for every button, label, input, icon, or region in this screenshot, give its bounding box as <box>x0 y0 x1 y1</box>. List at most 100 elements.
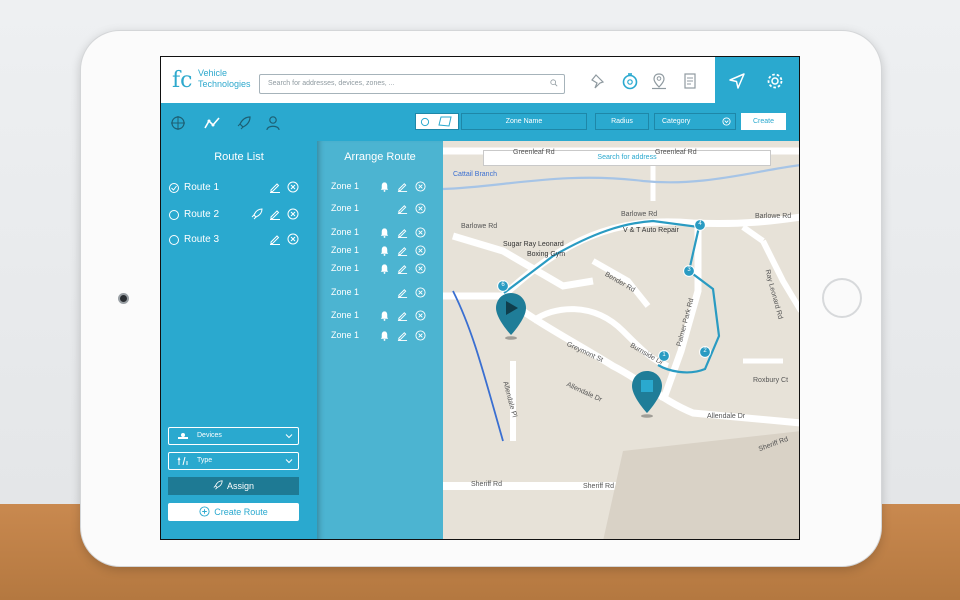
zone-item[interactable]: Zone 1 <box>331 227 439 241</box>
edit-icon[interactable] <box>397 263 408 274</box>
app-screen: fc Vehicle Technologies Search for addre… <box>160 56 800 540</box>
edit-icon[interactable] <box>397 310 408 321</box>
edit-icon[interactable] <box>269 208 281 220</box>
route-list-title: Route List <box>214 151 264 163</box>
delete-icon[interactable] <box>415 181 426 192</box>
top-bar: fc Vehicle Technologies Search for addre… <box>161 57 799 103</box>
send-icon[interactable] <box>727 71 747 91</box>
plus-circle-icon <box>199 506 210 517</box>
driver-icon[interactable] <box>265 115 281 131</box>
map-label: Sheriff Rd <box>471 481 502 488</box>
delete-icon[interactable] <box>415 310 426 321</box>
create-route-label: Create Route <box>214 507 268 517</box>
chevron-down-icon <box>722 117 731 126</box>
pin-icon[interactable] <box>589 71 609 91</box>
end-marker-icon[interactable] <box>629 369 665 419</box>
edit-icon[interactable] <box>397 287 408 298</box>
delete-icon[interactable] <box>415 203 426 214</box>
device-icon <box>178 433 188 439</box>
category-select[interactable]: Category <box>654 113 736 130</box>
create-zone-button[interactable]: Create <box>741 113 786 130</box>
zone-name-input[interactable]: Zone Name <box>461 113 587 130</box>
zone-item[interactable]: Zone 1 <box>331 181 439 195</box>
zone-item[interactable]: Zone 1 <box>331 330 439 344</box>
waypoint-label: 6 <box>501 282 505 288</box>
arrange-route-panel: Arrange Route Zone 1 Zone 1 Zone 1 Zone 1 Zo… <box>317 141 443 539</box>
route-item-3[interactable]: Route 3 <box>169 233 309 249</box>
route-radio-icon[interactable] <box>169 235 179 245</box>
route-label: Route 1 <box>184 182 220 193</box>
bell-icon[interactable] <box>379 310 390 321</box>
start-marker-icon[interactable] <box>493 291 529 341</box>
delete-icon[interactable] <box>287 233 299 245</box>
polygon-shape-icon[interactable] <box>438 116 452 127</box>
route-icon[interactable] <box>204 115 220 131</box>
bell-icon[interactable] <box>379 245 390 256</box>
edit-icon[interactable] <box>269 233 281 245</box>
devices-select[interactable]: Devices <box>168 427 299 445</box>
search-placeholder: Search for addresses, devices, zones, ..… <box>268 80 395 87</box>
search-icon[interactable] <box>550 79 558 87</box>
bell-icon[interactable] <box>379 330 390 341</box>
zone-item[interactable]: Zone 1 <box>331 287 439 301</box>
route-radio-icon[interactable] <box>169 210 179 220</box>
category-label: Category <box>662 118 691 125</box>
edit-icon[interactable] <box>397 181 408 192</box>
rocket-icon[interactable] <box>236 115 252 131</box>
zone-label: Zone 1 <box>331 263 360 273</box>
route-item-1[interactable]: Route 1 <box>169 181 309 197</box>
report-icon[interactable] <box>680 71 700 91</box>
timer-icon[interactable] <box>620 71 640 91</box>
circle-shape-icon[interactable] <box>420 117 430 127</box>
location-user-icon[interactable] <box>649 71 669 91</box>
waypoint-label: 3 <box>687 267 691 273</box>
delete-icon[interactable] <box>415 287 426 298</box>
zone-item[interactable]: Zone 1 <box>331 245 439 259</box>
bell-icon[interactable] <box>379 263 390 274</box>
chevron-down-icon <box>285 459 293 464</box>
delete-icon[interactable] <box>415 330 426 341</box>
zone-item[interactable]: Zone 1 <box>331 310 439 324</box>
map-label: Allendale Dr <box>707 413 746 420</box>
route-item-2[interactable]: Route 2 <box>169 208 309 224</box>
edit-icon[interactable] <box>397 227 408 238</box>
search-input[interactable]: Search for addresses, devices, zones, ..… <box>259 74 565 94</box>
edit-icon[interactable] <box>397 203 408 214</box>
map-view[interactable]: Search for address Greenleaf Rd Greenlea… <box>443 141 799 539</box>
create-route-button[interactable]: Create Route <box>168 503 299 521</box>
waypoint-label: 4 <box>698 221 702 227</box>
logo-mark: fc <box>172 68 193 93</box>
zone-item[interactable]: Zone 1 <box>331 203 439 217</box>
edit-icon[interactable] <box>269 181 281 193</box>
bell-icon[interactable] <box>379 181 390 192</box>
logo-line-1: Vehicle <box>198 68 228 78</box>
delete-icon[interactable] <box>287 181 299 193</box>
route-check-icon[interactable] <box>169 183 179 193</box>
radius-input[interactable]: Radius <box>595 113 649 130</box>
map-label: Sugar Ray Leonard <box>503 241 564 248</box>
edit-icon[interactable] <box>397 330 408 341</box>
gear-icon[interactable] <box>765 71 785 91</box>
zone-label: Zone 1 <box>331 330 360 340</box>
assign-button[interactable]: Assign <box>168 477 299 495</box>
bell-icon[interactable] <box>379 227 390 238</box>
zone-label: Zone 1 <box>331 181 360 191</box>
route-label: Route 2 <box>184 209 220 220</box>
map-label: Barlowe Rd <box>621 211 658 218</box>
delete-icon[interactable] <box>287 208 299 220</box>
edit-icon[interactable] <box>397 245 408 256</box>
map-label: Barlowe Rd <box>461 223 498 230</box>
delete-icon[interactable] <box>415 263 426 274</box>
logo-line-2: Technologies <box>198 79 251 89</box>
zone-label: Zone 1 <box>331 310 360 320</box>
type-label: Type <box>197 457 213 464</box>
home-button[interactable] <box>822 278 862 318</box>
delete-icon[interactable] <box>415 245 426 256</box>
zone-label: Zone 1 <box>331 245 360 255</box>
shape-toggle[interactable] <box>415 113 459 130</box>
type-select[interactable]: Type <box>168 452 299 470</box>
delete-icon[interactable] <box>415 227 426 238</box>
rocket-icon[interactable] <box>251 208 263 220</box>
zone-item[interactable]: Zone 1 <box>331 263 439 277</box>
crosshair-icon[interactable] <box>170 115 186 131</box>
